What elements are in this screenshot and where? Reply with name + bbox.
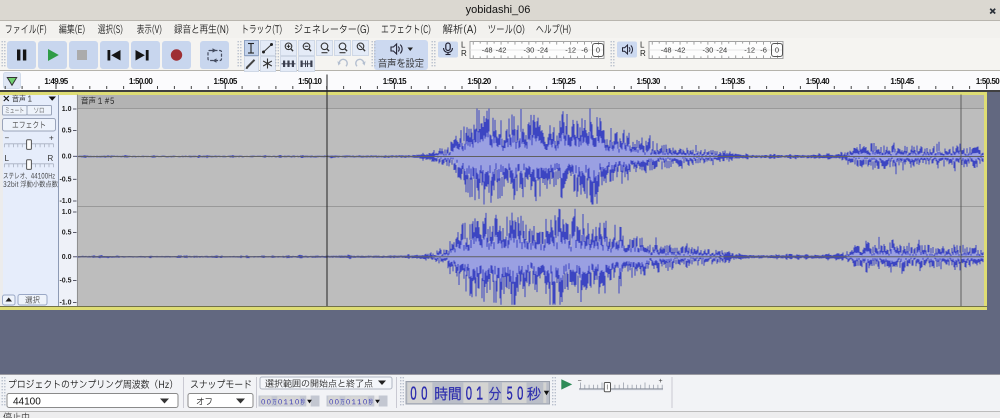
svg-text:1:50.05: 1:50.05 [214,77,238,86]
svg-text:+: + [49,134,54,143]
svg-text:−: − [5,134,10,143]
svg-text:0.0: 0.0 [62,153,72,160]
svg-text:1:50.10: 1:50.10 [298,77,322,86]
svg-text:0: 0 [775,46,779,55]
svg-text:-12: -12 [565,46,576,55]
svg-text:-0.5: -0.5 [59,278,71,285]
svg-text:-48: -48 [661,46,672,55]
svg-text:-24: -24 [716,46,727,55]
svg-text:-6: -6 [760,46,767,55]
svg-text:R: R [640,49,646,58]
svg-text:-1.0: -1.0 [59,198,71,205]
svg-text:-0.5: -0.5 [59,176,71,183]
svg-text:1:50.25: 1:50.25 [552,77,576,86]
svg-text:-42: -42 [675,46,686,55]
svg-text:-48: -48 [482,46,493,55]
svg-text:0.5: 0.5 [62,128,72,135]
svg-text:1:50.20: 1:50.20 [467,77,491,86]
svg-text:1.0: 1.0 [62,106,72,113]
svg-text:-1.0: -1.0 [59,300,71,307]
svg-text:-42: -42 [496,46,507,55]
svg-text:1:50.00: 1:50.00 [129,77,153,86]
svg-text:1:49.95: 1:49.95 [44,77,68,86]
svg-text:R: R [48,154,54,163]
svg-text:1:50.45: 1:50.45 [890,77,914,86]
svg-text:+: + [659,378,663,385]
svg-text:-6: -6 [581,46,588,55]
svg-text:1:50.35: 1:50.35 [721,77,745,86]
svg-text:R: R [461,49,467,58]
svg-text:0.0: 0.0 [62,254,72,261]
svg-text:-30: -30 [702,46,713,55]
svg-text:1:50.30: 1:50.30 [637,77,661,86]
svg-text:1:50.15: 1:50.15 [383,77,407,86]
svg-text:L: L [5,154,10,163]
svg-text:-24: -24 [537,46,548,55]
svg-text:-30: -30 [523,46,534,55]
svg-text:-12: -12 [744,46,755,55]
svg-text:0: 0 [596,46,600,55]
svg-text:1:50.40: 1:50.40 [806,77,830,86]
svg-text:1.0: 1.0 [62,209,72,216]
svg-text:1:50.50: 1:50.50 [976,77,1000,86]
svg-text:44100: 44100 [13,397,41,408]
svg-text:−: − [578,378,582,385]
svg-text:0.5: 0.5 [62,230,72,237]
